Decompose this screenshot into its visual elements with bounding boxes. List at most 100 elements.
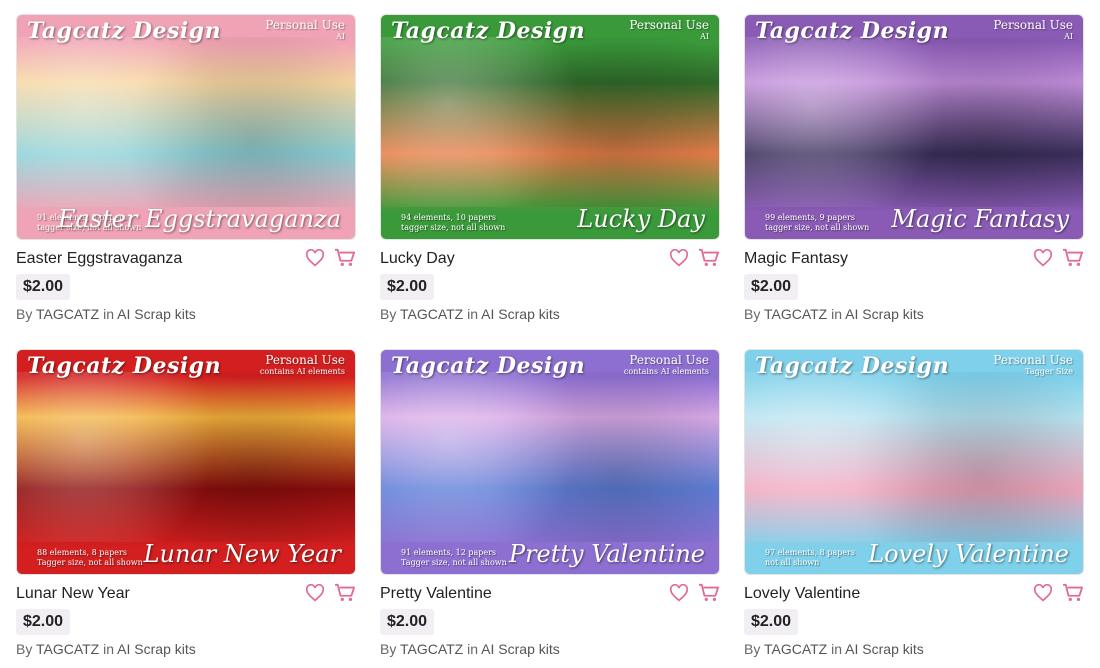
product-byline: By TAGCATZ in AI Scrap kits	[744, 641, 924, 657]
vendor-link[interactable]: TAGCATZ	[764, 641, 827, 657]
brand-logo: Tagcatz Design	[27, 353, 222, 379]
badge-text: Personal Use	[629, 18, 709, 32]
cart-icon[interactable]	[334, 582, 356, 604]
vendor-link[interactable]: TAGCATZ	[36, 641, 99, 657]
badge-text: Personal Use	[265, 353, 345, 367]
badge-subtext: contains AI elements	[623, 367, 709, 376]
category-link[interactable]: AI Scrap kits	[481, 641, 560, 657]
usage-badge: Personal Use AI	[629, 19, 709, 43]
elements-caption: 91 elements, 12 papers Tagger size, not …	[401, 548, 507, 568]
kit-script-title: Lovely Valentine	[868, 540, 1069, 568]
product-card[interactable]: Tagcatz Design Personal Use AI 99 elemen…	[744, 14, 1084, 322]
product-price: $2.00	[16, 274, 71, 300]
usage-badge: Personal Use Tagger Size	[993, 354, 1073, 378]
usage-badge: Personal Use contains AI elements	[260, 354, 345, 378]
product-actions	[304, 582, 356, 604]
usage-badge: Personal Use AI	[265, 19, 345, 43]
elements-note: Tagger size, not all shown	[401, 558, 507, 567]
product-image[interactable]: Tagcatz Design Personal Use AI 99 elemen…	[744, 14, 1084, 240]
product-title[interactable]: Magic Fantasy	[744, 250, 848, 268]
product-price: $2.00	[380, 609, 435, 635]
product-byline: By TAGCATZ in AI Scrap kits	[380, 306, 560, 322]
product-title[interactable]: Easter Eggstravaganza	[16, 250, 182, 268]
product-title[interactable]: Lovely Valentine	[744, 585, 860, 603]
badge-text: Personal Use	[993, 353, 1073, 367]
product-image[interactable]: Tagcatz Design Personal Use AI 91 elemen…	[16, 14, 356, 240]
product-card[interactable]: Tagcatz Design Personal Use AI 91 elemen…	[16, 14, 356, 322]
category-link[interactable]: AI Scrap kits	[845, 641, 924, 657]
brand-logo: Tagcatz Design	[391, 353, 586, 379]
badge-text: Personal Use	[629, 353, 709, 367]
category-link[interactable]: AI Scrap kits	[481, 306, 560, 322]
product-actions	[1032, 247, 1084, 269]
heart-icon[interactable]	[1032, 582, 1054, 604]
product-image[interactable]: Tagcatz Design Personal Use contains AI …	[380, 349, 720, 575]
product-card[interactable]: Tagcatz Design Personal Use contains AI …	[380, 349, 720, 657]
product-card[interactable]: Tagcatz Design Personal Use Tagger Size …	[744, 349, 1084, 657]
product-image[interactable]: Tagcatz Design Personal Use AI 94 elemen…	[380, 14, 720, 240]
by-label: By	[380, 306, 397, 322]
product-art	[17, 37, 355, 207]
heart-icon[interactable]	[304, 247, 326, 269]
product-actions	[668, 247, 720, 269]
product-art	[745, 372, 1083, 542]
heart-icon[interactable]	[1032, 247, 1054, 269]
product-title[interactable]: Lunar New Year	[16, 585, 130, 603]
product-actions	[668, 582, 720, 604]
category-link[interactable]: AI Scrap kits	[117, 306, 196, 322]
elements-caption: 99 elements, 9 papers tagger size, not a…	[765, 213, 869, 233]
product-image[interactable]: Tagcatz Design Personal Use contains AI …	[16, 349, 356, 575]
product-price: $2.00	[744, 274, 799, 300]
vendor-link[interactable]: TAGCATZ	[764, 306, 827, 322]
elements-note: tagger size, not all shown	[401, 223, 506, 232]
product-title[interactable]: Lucky Day	[380, 250, 455, 268]
product-byline: By TAGCATZ in AI Scrap kits	[16, 306, 196, 322]
vendor-link[interactable]: TAGCATZ	[36, 306, 99, 322]
brand-logo: Tagcatz Design	[27, 18, 222, 44]
badge-text: Personal Use	[993, 18, 1073, 32]
elements-note: tagger size, not all shown	[765, 223, 870, 232]
elements-count: 88 elements, 8 papers	[37, 548, 127, 557]
product-byline: By TAGCATZ in AI Scrap kits	[16, 641, 196, 657]
elements-note: Tagger size, not all shown	[37, 558, 143, 567]
product-image[interactable]: Tagcatz Design Personal Use Tagger Size …	[744, 349, 1084, 575]
brand-logo: Tagcatz Design	[755, 18, 950, 44]
kit-script-title: Lunar New Year	[143, 540, 341, 568]
in-label: in	[467, 641, 479, 657]
product-card[interactable]: Tagcatz Design Personal Use AI 94 elemen…	[380, 14, 720, 322]
badge-subtext: AI	[336, 32, 345, 41]
by-label: By	[744, 306, 761, 322]
product-price: $2.00	[380, 274, 435, 300]
cart-icon[interactable]	[1062, 247, 1084, 269]
heart-icon[interactable]	[668, 247, 690, 269]
cart-icon[interactable]	[698, 582, 720, 604]
product-byline: By TAGCATZ in AI Scrap kits	[744, 306, 924, 322]
heart-icon[interactable]	[304, 582, 326, 604]
in-label: in	[103, 641, 115, 657]
cart-icon[interactable]	[334, 247, 356, 269]
product-art	[381, 37, 719, 207]
badge-subtext: AI	[1064, 32, 1073, 41]
elements-count: 99 elements, 9 papers	[765, 213, 855, 222]
badge-subtext: Tagger Size	[1025, 367, 1073, 376]
in-label: in	[831, 641, 843, 657]
cart-icon[interactable]	[1062, 582, 1084, 604]
product-title[interactable]: Pretty Valentine	[380, 585, 492, 603]
kit-script-title: Easter Eggstravaganza	[57, 205, 341, 233]
category-link[interactable]: AI Scrap kits	[117, 641, 196, 657]
elements-note: not all shown	[765, 558, 820, 567]
by-label: By	[16, 306, 33, 322]
usage-badge: Personal Use contains AI elements	[624, 354, 709, 378]
product-art	[17, 372, 355, 542]
category-link[interactable]: AI Scrap kits	[845, 306, 924, 322]
elements-count: 91 elements, 12 papers	[401, 548, 497, 557]
by-label: By	[744, 641, 761, 657]
heart-icon[interactable]	[668, 582, 690, 604]
vendor-link[interactable]: TAGCATZ	[400, 641, 463, 657]
vendor-link[interactable]: TAGCATZ	[400, 306, 463, 322]
cart-icon[interactable]	[698, 247, 720, 269]
in-label: in	[103, 306, 115, 322]
product-card[interactable]: Tagcatz Design Personal Use contains AI …	[16, 349, 356, 657]
product-art	[745, 37, 1083, 207]
brand-logo: Tagcatz Design	[391, 18, 586, 44]
